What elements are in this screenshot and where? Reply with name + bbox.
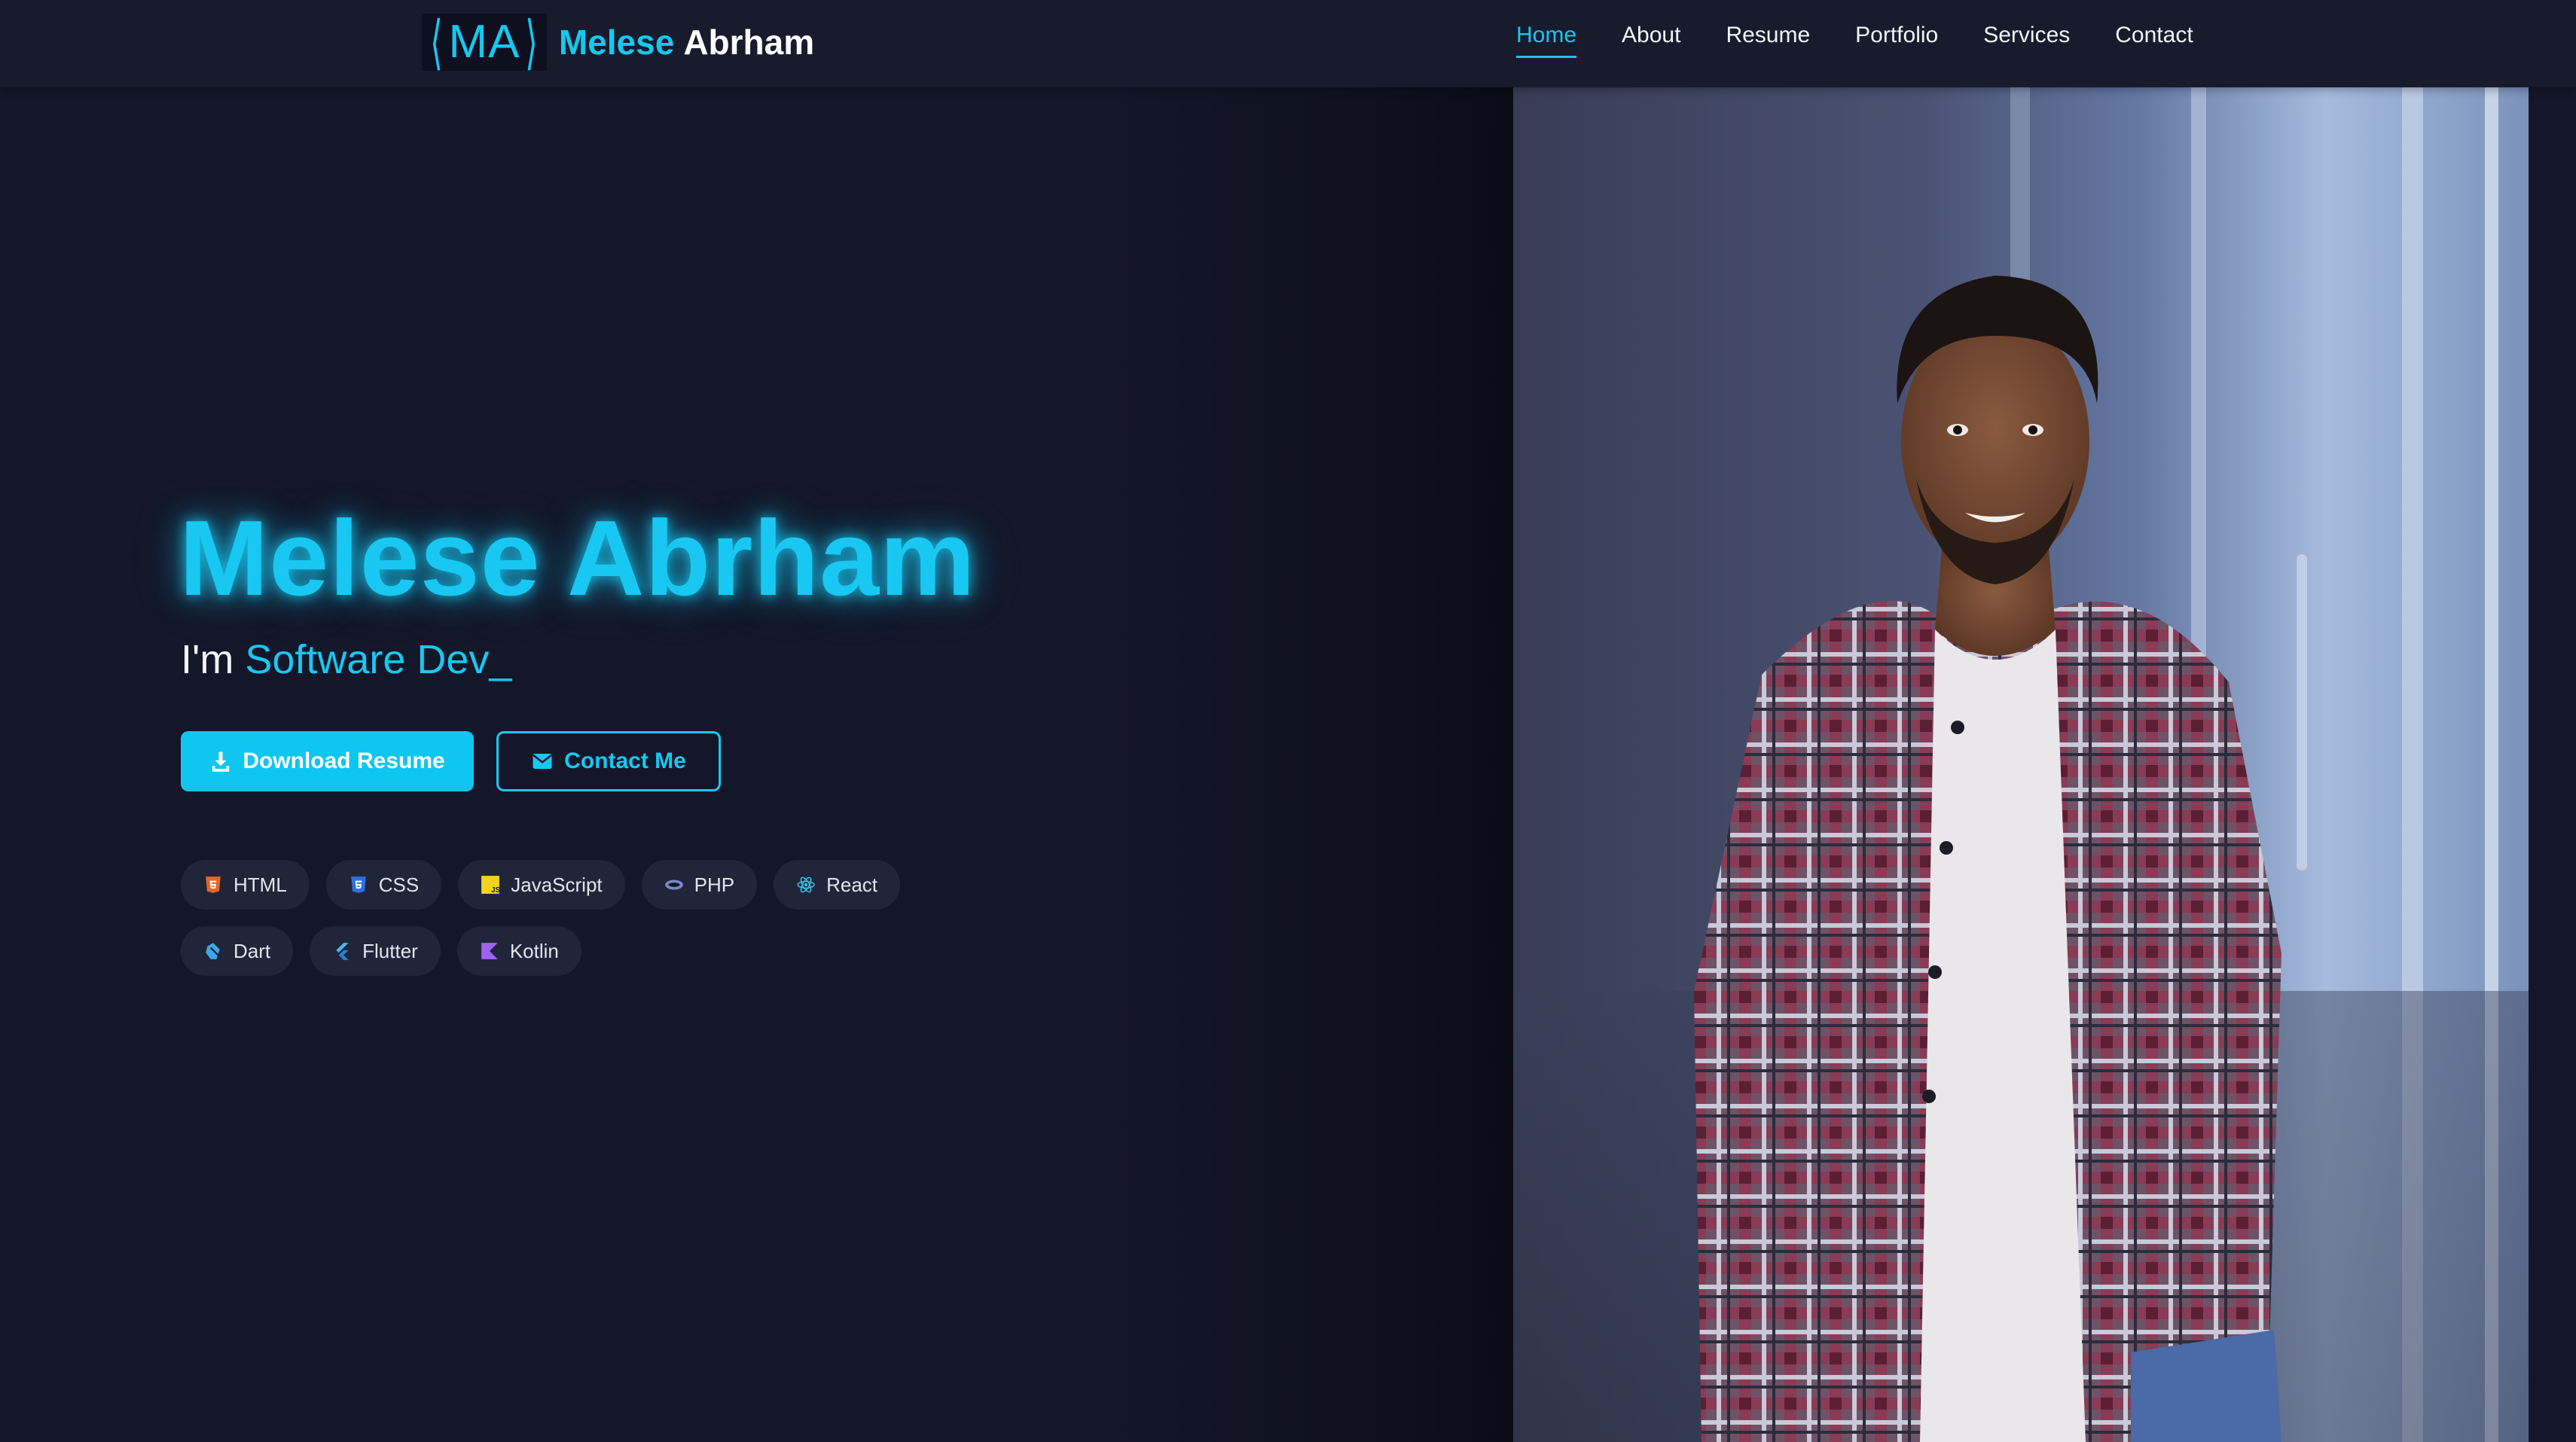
logo-last-name: Abrham [683,23,815,62]
css3-icon [351,876,366,893]
logo-left-bracket: ⟨ [430,9,444,75]
contact-me-button[interactable]: Contact Me [496,731,721,791]
portrait-illustration [1513,87,2529,1442]
envelope-icon [533,754,552,769]
skill-label: CSS [378,873,420,896]
skill-chip-dart: Dart [181,926,294,976]
skill-chip-php: PHP [641,860,758,910]
role-typed-text: Software Dev [245,637,490,682]
dart-icon [206,943,220,959]
hero-shadow [1107,87,1514,1442]
nav-link-about[interactable]: About [1622,23,1680,56]
download-resume-button[interactable]: Download Resume [181,731,474,791]
skill-row-1: HTML CSS JS JavaScript PHP React [181,860,934,910]
skill-chip-javascript: JS JavaScript [458,860,625,910]
skill-chip-flutter: Flutter [310,926,441,976]
download-resume-label: Download Resume [243,748,445,773]
skill-label: JavaScript [511,873,603,896]
skill-label: React [826,873,878,896]
logo[interactable]: ⟨ MA ⟩ Melese Abrham [422,9,814,75]
skill-label: HTML [233,873,287,896]
typing-cursor: _ [489,637,512,682]
skill-label: Flutter [362,939,418,962]
hero-role: I'm Software Dev_ [181,636,512,683]
skill-label: Kotlin [509,939,559,962]
react-icon [797,876,815,893]
javascript-icon: JS [481,876,500,895]
download-icon [212,751,230,772]
nav-link-contact[interactable]: Contact [2115,23,2193,56]
skill-chips: HTML CSS JS JavaScript PHP React Dart Fl… [181,860,934,992]
contact-me-label: Contact Me [564,748,686,773]
logo-name: Melese Abrham [559,22,814,62]
portrait-photo [1513,87,2529,1442]
flutter-icon [336,943,349,960]
logo-initials: MA [448,16,520,68]
hero-name: Melese Abrham [179,498,976,618]
role-prefix: I'm [181,637,234,682]
kotlin-icon [481,943,498,959]
svg-text:JS: JS [491,886,500,895]
skill-label: Dart [233,939,271,962]
navbar: ⟨ MA ⟩ Melese Abrham Home About Resume Po… [0,0,2576,87]
logo-right-bracket: ⟩ [525,9,539,75]
skill-row-2: Dart Flutter Kotlin [181,926,934,976]
nav-link-resume[interactable]: Resume [1726,23,1810,56]
skill-chip-react: React [774,860,901,910]
nav-links: Home About Resume Portfolio Services Con… [1516,23,2193,58]
html5-icon [206,876,221,893]
php-icon [664,880,683,890]
nav-link-portfolio[interactable]: Portfolio [1855,23,1938,56]
nav-link-home[interactable]: Home [1516,23,1577,58]
skill-label: PHP [694,873,735,896]
skill-chip-kotlin: Kotlin [456,926,581,976]
skill-chip-css: CSS [325,860,442,910]
nav-link-services[interactable]: Services [1983,23,2070,56]
logo-mark: ⟨ MA ⟩ [422,9,547,75]
logo-first-name: Melese [558,23,675,62]
skill-chip-html: HTML [181,860,310,910]
